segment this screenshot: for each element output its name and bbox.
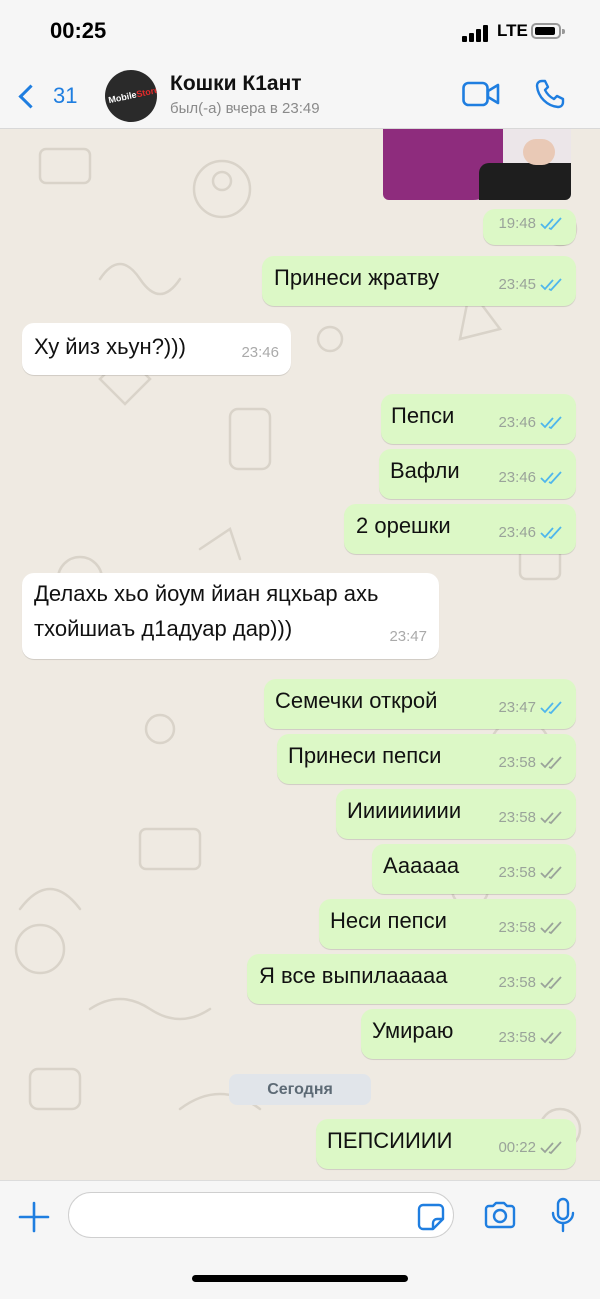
message-meta: 23:46 (241, 344, 279, 361)
read-ticks-icon (540, 700, 562, 714)
message-meta: 23:45 (498, 270, 564, 299)
delivered-ticks-icon (540, 920, 562, 934)
message-bubble-incoming[interactable]: Делахь хьо йоум йиан яцхьар ахь тхойшиаъ… (22, 573, 439, 659)
message-meta: 23:47 (389, 628, 427, 645)
message-bubble-outgoing[interactable]: 2 орешки 23:46 (344, 504, 576, 554)
sticker-icon[interactable] (417, 1203, 445, 1231)
last-seen-status: был(-а) вчера в 23:49 (170, 100, 320, 117)
message-bubble-outgoing[interactable]: 19:48 (483, 209, 576, 245)
chat-area[interactable]: 19:48 Принеси жратву 23:45 Ху йиз хьун?)… (0, 129, 600, 1180)
avatar[interactable]: MobileStore (105, 70, 157, 122)
message-text: Пепси (391, 403, 455, 428)
message-text: Вафли (390, 458, 460, 483)
message-meta: 19:48 (498, 209, 564, 238)
delivered-ticks-icon (540, 1140, 562, 1154)
message-text: 2 орешки (356, 513, 451, 538)
message-meta: 23:58 (498, 858, 564, 887)
message-text: Аааааа (383, 853, 460, 878)
contact-name[interactable]: Кошки К1ант (170, 72, 302, 96)
read-ticks-icon (540, 216, 562, 230)
network-label: LTE (497, 21, 528, 40)
phone-call-icon[interactable] (534, 78, 566, 110)
back-button[interactable]: 31 (14, 76, 77, 116)
message-meta: 23:58 (498, 968, 564, 997)
delivered-ticks-icon (540, 865, 562, 879)
battery-icon (531, 23, 565, 39)
read-ticks-icon (540, 277, 562, 291)
back-chevron-icon (18, 83, 43, 109)
message-bubble-outgoing[interactable]: ПЕПСИИИИ 00:22 (316, 1119, 576, 1169)
message-bubble-outgoing[interactable]: Умираю 23:58 (361, 1009, 576, 1059)
message-meta: 23:46 (498, 463, 564, 492)
message-text: Иииииииии (347, 798, 462, 823)
message-bubble-outgoing[interactable]: Аааааа 23:58 (372, 844, 576, 894)
microphone-icon[interactable] (550, 1197, 576, 1233)
delivered-ticks-icon (540, 810, 562, 824)
message-meta: 23:58 (498, 1023, 564, 1052)
message-meta: 23:58 (498, 913, 564, 942)
message-bubble-outgoing[interactable]: Иииииииии 23:58 (336, 789, 576, 839)
message-bubble-outgoing[interactable]: Неси пепси 23:58 (319, 899, 576, 949)
message-text: Ху йиз хьун?))) (34, 334, 186, 359)
date-separator: Сегодня (229, 1074, 371, 1105)
message-text: Семечки открой (275, 688, 438, 713)
delivered-ticks-icon (540, 1030, 562, 1044)
message-text-line1: Делахь хьо йоум йиан яцхьар ахь (34, 581, 379, 606)
message-bubble-outgoing[interactable]: Семечки открой 23:47 (264, 679, 576, 729)
read-ticks-icon (540, 470, 562, 484)
message-bubble-outgoing[interactable]: Я все выпилааааа 23:58 (247, 954, 576, 1004)
chat-header: 31 MobileStore Кошки К1ант был(-а) вчера… (0, 62, 600, 129)
message-meta: 23:58 (498, 748, 564, 777)
camera-icon[interactable] (483, 1201, 517, 1229)
message-input[interactable] (68, 1192, 454, 1238)
message-text: Я все выпилааааа (259, 963, 448, 988)
message-bubble-outgoing[interactable]: Вафли 23:46 (379, 449, 576, 499)
shared-photo[interactable] (383, 129, 571, 200)
message-bubble-outgoing[interactable]: Принеси жратву 23:45 (262, 256, 576, 306)
read-ticks-icon (540, 415, 562, 429)
message-bubble-incoming[interactable]: Ху йиз хьун?))) 23:46 (22, 323, 291, 375)
message-text: Умираю (372, 1018, 454, 1043)
status-time: 00:25 (50, 18, 107, 43)
message-bubble-outgoing[interactable]: Принеси пепси 23:58 (277, 734, 576, 784)
message-meta: 23:46 (498, 518, 564, 547)
message-text: Принеси пепси (288, 743, 442, 768)
avatar-logo: MobileStore (107, 84, 157, 106)
home-indicator[interactable] (192, 1275, 408, 1282)
message-text: ПЕПСИИИИ (327, 1128, 453, 1153)
video-call-icon[interactable] (462, 80, 500, 108)
status-bar: 00:25 LTE (0, 0, 600, 62)
message-meta: 23:47 (498, 693, 564, 722)
message-input-bar (0, 1180, 600, 1299)
delivered-ticks-icon (540, 975, 562, 989)
plus-icon[interactable] (18, 1201, 50, 1233)
signal-icon (462, 24, 492, 42)
message-meta: 23:58 (498, 803, 564, 832)
message-bubble-outgoing[interactable]: Пепси 23:46 (381, 394, 576, 444)
delivered-ticks-icon (540, 755, 562, 769)
read-ticks-icon (540, 525, 562, 539)
message-text: Принеси жратву (274, 265, 440, 290)
unread-count: 31 (53, 83, 78, 108)
message-text-line2: тхойшиаъ д1адуар дар))) (34, 616, 293, 641)
message-meta: 23:46 (498, 408, 564, 437)
message-text: Неси пепси (330, 908, 447, 933)
message-meta: 00:22 (498, 1133, 564, 1162)
